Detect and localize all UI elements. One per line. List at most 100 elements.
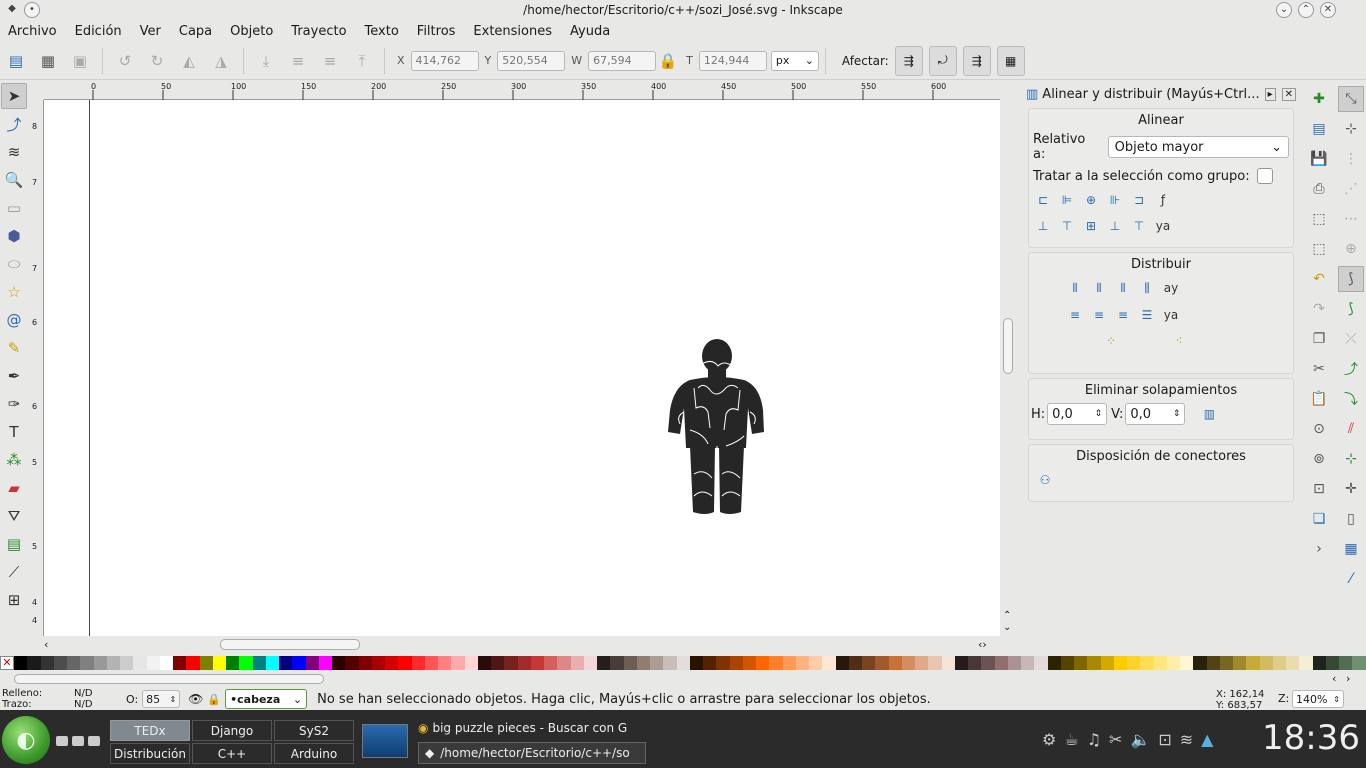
desktop-distribucion[interactable]: Distribución — [110, 743, 190, 764]
zoom-page-icon[interactable]: ⊡ — [1306, 476, 1332, 502]
show-desktop-icon[interactable] — [362, 724, 408, 758]
menu-capa[interactable]: Capa — [175, 24, 216, 39]
no-paint-swatch[interactable]: ✕ — [0, 656, 14, 670]
color-swatch[interactable] — [504, 656, 518, 670]
color-swatch[interactable] — [928, 656, 942, 670]
color-swatch[interactable] — [756, 656, 770, 670]
rectangle-tool-icon[interactable]: ▭ — [1, 195, 27, 221]
color-swatch[interactable] — [1060, 656, 1074, 670]
more-commands-icon[interactable]: › — [1306, 536, 1332, 562]
select-all-layers-icon[interactable]: ▦ — [35, 48, 61, 74]
color-swatch[interactable] — [729, 656, 743, 670]
color-swatch[interactable] — [583, 656, 597, 670]
color-swatch[interactable] — [1087, 656, 1101, 670]
affect-corners-button[interactable]: ⤾ — [928, 45, 957, 76]
color-swatch[interactable] — [570, 656, 584, 670]
color-swatch[interactable] — [742, 656, 756, 670]
distribute-centers-v-icon[interactable]: ≡ — [1087, 303, 1111, 327]
color-swatch[interactable] — [252, 656, 266, 670]
color-swatch[interactable] — [226, 656, 240, 670]
color-swatch[interactable] — [14, 656, 28, 670]
color-swatch[interactable] — [53, 656, 67, 670]
lock-icon[interactable]: 🔒 — [659, 48, 678, 74]
v-gap-field[interactable]: 0,0 ⇕ — [1125, 403, 1186, 425]
menu-ver[interactable]: Ver — [136, 24, 165, 39]
color-swatch[interactable] — [1127, 656, 1141, 670]
color-swatch[interactable] — [703, 656, 717, 670]
3d-box-tool-icon[interactable]: ⬢ — [1, 223, 27, 249]
layer-select[interactable]: •cabeza ⌄ — [225, 689, 308, 709]
color-swatch[interactable] — [517, 656, 531, 670]
new-document-icon[interactable]: ✚ — [1306, 86, 1332, 112]
center-vertical-axis-icon[interactable]: ⊕ — [1079, 188, 1103, 212]
color-swatch[interactable] — [769, 656, 783, 670]
color-swatch[interactable] — [835, 656, 849, 670]
snap-paths-icon[interactable]: ⟆ — [1338, 296, 1364, 322]
snap-bbox-midpoint-icon[interactable]: ⋯ — [1338, 206, 1364, 232]
flip-horizontal-icon[interactable]: ◭ — [176, 48, 202, 74]
color-swatch[interactable] — [120, 656, 134, 670]
lower-to-bottom-icon[interactable]: ⤓ — [253, 48, 279, 74]
distribute-baseline-v-icon[interactable]: ya — [1159, 303, 1183, 327]
color-swatch[interactable] — [67, 656, 81, 670]
menu-filtros[interactable]: Filtros — [413, 24, 460, 39]
color-swatch[interactable] — [968, 656, 982, 670]
align-left-edges-icon[interactable]: ⊫ — [1055, 188, 1079, 212]
color-swatch[interactable] — [1286, 656, 1300, 670]
align-bottom-to-top-icon[interactable]: ⊥ — [1031, 214, 1055, 238]
color-swatch[interactable] — [1299, 656, 1313, 670]
color-swatch[interactable] — [862, 656, 876, 670]
snap-bbox-icon[interactable]: ⊹ — [1338, 116, 1364, 142]
color-swatch[interactable] — [40, 656, 54, 670]
color-swatch[interactable] — [941, 656, 955, 670]
import-icon[interactable]: ⬚ — [1306, 206, 1332, 232]
grupo-checkbox[interactable] — [1257, 168, 1273, 184]
task-inkscape[interactable]: ◆ /home/hector/Escritorio/c++/so — [418, 742, 646, 764]
color-swatch[interactable] — [1180, 656, 1194, 670]
snap-guides-icon[interactable]: ⁄ — [1338, 566, 1364, 592]
color-swatch[interactable] — [689, 656, 703, 670]
zoom-tool-icon[interactable]: 🔍 — [1, 167, 27, 193]
zoom-selection-icon[interactable]: ⊙ — [1306, 416, 1332, 442]
color-swatch[interactable] — [358, 656, 372, 670]
dock-collapse-icon[interactable]: ▸ — [1264, 87, 1276, 101]
align-top-to-bottom-icon[interactable]: ⊤ — [1127, 214, 1151, 238]
color-swatch[interactable] — [464, 656, 478, 670]
snap-midpoints-icon[interactable]: ⫽ — [1338, 416, 1364, 442]
color-swatch[interactable] — [1074, 656, 1088, 670]
select-all-icon[interactable]: ▤ — [3, 48, 29, 74]
color-swatch[interactable] — [1325, 656, 1339, 670]
spray-tool-icon[interactable]: ⁂ — [1, 447, 27, 473]
device-icon[interactable]: ⊡ — [1158, 730, 1171, 749]
color-swatch[interactable] — [1259, 656, 1273, 670]
eraser-tool-icon[interactable]: ▰ — [1, 475, 27, 501]
color-swatch[interactable] — [981, 656, 995, 670]
snap-grid-icon[interactable]: ▦ — [1338, 536, 1364, 562]
text-tool-icon[interactable]: T — [1, 419, 27, 445]
horizontal-scroll-thumb[interactable] — [220, 639, 360, 650]
color-swatch[interactable] — [1047, 656, 1061, 670]
palette-scroll-right-icon[interactable]: › — [1346, 672, 1350, 685]
color-swatch[interactable] — [557, 656, 571, 670]
color-swatch[interactable] — [597, 656, 611, 670]
dropper-tool-icon[interactable]: ⟋ — [1, 559, 27, 585]
color-swatch[interactable] — [411, 656, 425, 670]
align-baseline-vertical-icon[interactable]: ya — [1151, 214, 1175, 238]
calligraphy-tool-icon[interactable]: ✑ — [1, 391, 27, 417]
copy-icon[interactable]: ❐ — [1306, 326, 1332, 352]
distribute-bottom-icon[interactable]: ≡ — [1111, 303, 1135, 327]
color-swatch[interactable] — [848, 656, 862, 670]
color-swatch[interactable] — [1219, 656, 1233, 670]
color-swatch[interactable] — [27, 656, 41, 670]
y-field[interactable]: 520,554 — [497, 50, 566, 71]
color-swatch[interactable] — [1100, 656, 1114, 670]
color-swatch[interactable] — [106, 656, 120, 670]
color-swatch[interactable] — [1272, 656, 1286, 670]
selector-tool-icon[interactable]: ➤ — [1, 83, 27, 109]
scroll-right-icon[interactable]: ‹› — [978, 638, 987, 651]
color-swatch[interactable] — [901, 656, 915, 670]
h-field[interactable]: 124,944 — [698, 50, 767, 71]
color-swatch[interactable] — [279, 656, 293, 670]
color-swatch[interactable] — [1312, 656, 1326, 670]
palette-scroll-left-icon[interactable]: ‹ — [1332, 672, 1336, 685]
